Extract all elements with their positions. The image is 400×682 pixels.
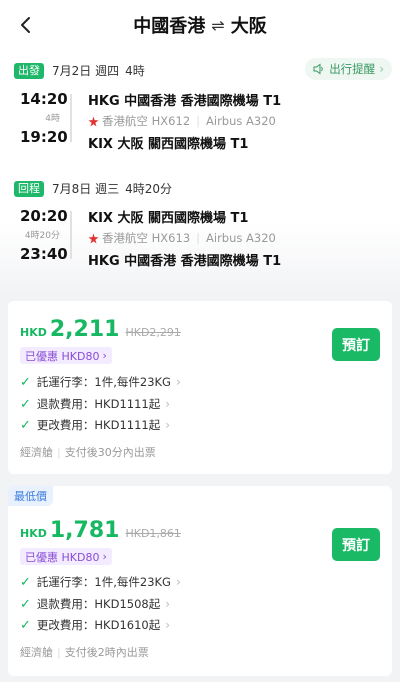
outbound-times: 14:20 4時 19:20 — [20, 90, 68, 146]
speaker-icon — [313, 63, 323, 75]
cabin-info: 經濟艙 | 支付後30分內出票 — [20, 444, 156, 460]
book-button[interactable]: 預訂 — [332, 328, 380, 361]
return-duration: 4時20分 — [125, 182, 172, 196]
chevron-right-icon: › — [175, 575, 181, 589]
outbound-leg-duration: 4時 — [45, 114, 60, 124]
hong-kong-airlines-logo-icon — [88, 115, 99, 127]
return-timeline — [70, 211, 72, 259]
discount-label: 已優惠 HKD80 — [25, 550, 100, 564]
outbound-aircraft: Airbus A320 — [206, 114, 276, 128]
return-times: 20:20 4時20分 23:40 — [20, 207, 68, 263]
feature-label: 託運行李：1件,每件23KG — [36, 375, 171, 389]
header: 中國香港 ⇌ 大阪 — [0, 0, 400, 50]
divider: | — [57, 446, 61, 459]
cabin-class: 經濟艙 — [20, 646, 53, 659]
outbound-arr-time: 19:20 — [20, 128, 68, 146]
check-icon: ✓ — [20, 417, 31, 433]
outbound-flight-info: HKG 中國香港 香港國際機場 T1 香港航空 HX612 | Airbus A… — [88, 90, 281, 152]
outbound-airline: 香港航空 HX612 — [102, 114, 191, 128]
discount-badge[interactable]: 已優惠 HKD80 › — [20, 347, 112, 364]
return-aircraft: Airbus A320 — [206, 231, 276, 245]
cabin-class: 經濟艙 — [20, 446, 53, 459]
price-currency: HKD — [20, 326, 47, 339]
check-icon: ✓ — [20, 596, 31, 612]
check-icon: ✓ — [20, 617, 31, 633]
return-tag: 回程 — [14, 180, 44, 197]
outbound-dep-time: 14:20 — [20, 90, 68, 108]
change-feature[interactable]: ✓ 更改費用：HKD1111起 › — [20, 417, 170, 433]
ticketing-time: 支付後2時內出票 — [64, 646, 149, 659]
outbound-date: 7月2日 週四 — [52, 64, 120, 78]
chevron-right-icon: › — [102, 550, 107, 563]
price-row: HKD 1,781 HKD1,861 — [20, 518, 181, 543]
hong-kong-airlines-logo-icon — [88, 232, 99, 244]
outbound-arr-airport: KIX 大阪 關西國際機場 T1 — [88, 137, 249, 152]
return-arr-airport: HKG 中國香港 香港國際機場 T1 — [88, 254, 282, 269]
outbound-dep-airport: HKG 中國香港 香港國際機場 T1 — [88, 94, 282, 109]
price-currency: HKD — [20, 527, 47, 540]
return-airline: 香港航空 HX613 — [102, 231, 191, 245]
cabin-info: 經濟艙 | 支付後2時內出票 — [20, 644, 149, 660]
ticketing-time: 支付後30分內出票 — [64, 446, 156, 459]
return-header: 回程 7月8日 週三 4時20分 — [14, 180, 172, 197]
chevron-right-icon: › — [165, 618, 171, 632]
outbound-duration: 4時 — [125, 64, 145, 78]
chevron-left-icon — [21, 17, 30, 33]
feature-label: 更改費用：HKD1111起 — [36, 418, 161, 432]
lowest-price-badge: 最低價 — [8, 486, 53, 506]
destination-city: 大阪 — [230, 16, 267, 37]
feature-label: 退款費用：HKD1111起 — [36, 397, 161, 411]
itinerary-section: 出行提醒 › 出發 7月2日 週四 4時 14:20 4時 19:20 HKG … — [0, 50, 400, 295]
travel-reminder-button[interactable]: 出行提醒 › — [305, 58, 392, 80]
reminder-label: 出行提醒 — [329, 62, 376, 76]
outbound-header: 出發 7月2日 週四 4時 — [14, 62, 145, 79]
return-airline-row: 香港航空 HX613 | Airbus A320 — [88, 230, 281, 246]
chevron-right-icon: › — [165, 397, 171, 411]
price-value: 1,781 — [49, 518, 120, 543]
chevron-right-icon: › — [102, 349, 107, 362]
check-icon: ✓ — [20, 396, 31, 412]
chevron-right-icon: › — [165, 597, 171, 611]
return-arr-time: 23:40 — [20, 245, 68, 263]
swap-icon: ⇌ — [211, 15, 225, 35]
feature-label: 託運行李：1件,每件23KG — [36, 575, 171, 589]
fare-card[interactable]: 最低價 HKD 1,781 HKD1,861 已優惠 HKD80 › 預訂 ✓ … — [8, 486, 392, 676]
chevron-right-icon: › — [379, 62, 384, 76]
refund-feature[interactable]: ✓ 退款費用：HKD1508起 › — [20, 596, 170, 612]
origin-city: 中國香港 — [133, 16, 206, 37]
return-leg-duration: 4時20分 — [24, 231, 60, 241]
return-date: 7月8日 週三 — [52, 182, 120, 196]
check-icon: ✓ — [20, 374, 31, 390]
baggage-feature[interactable]: ✓ 託運行李：1件,每件23KG › — [20, 574, 181, 590]
divider: | — [57, 646, 61, 659]
discount-badge[interactable]: 已優惠 HKD80 › — [20, 548, 112, 565]
feature-label: 退款費用：HKD1508起 — [36, 597, 161, 611]
check-icon: ✓ — [20, 574, 31, 590]
price-value: 2,211 — [49, 317, 120, 342]
chevron-right-icon: › — [175, 375, 181, 389]
original-price: HKD1,861 — [125, 527, 181, 540]
return-dep-time: 20:20 — [20, 207, 68, 225]
page-title: 中國香港 ⇌ 大阪 — [133, 12, 266, 38]
original-price: HKD2,291 — [125, 326, 181, 339]
price-row: HKD 2,211 HKD2,291 — [20, 317, 181, 342]
divider: | — [196, 114, 201, 128]
back-button[interactable] — [14, 13, 38, 37]
feature-label: 更改費用：HKD1610起 — [36, 618, 161, 632]
book-button[interactable]: 預訂 — [332, 528, 380, 561]
chevron-right-icon: › — [165, 418, 171, 432]
refund-feature[interactable]: ✓ 退款費用：HKD1111起 › — [20, 396, 170, 412]
baggage-feature[interactable]: ✓ 託運行李：1件,每件23KG › — [20, 374, 181, 390]
fare-card[interactable]: HKD 2,211 HKD2,291 已優惠 HKD80 › 預訂 ✓ 託運行李… — [8, 301, 392, 474]
return-dep-airport: KIX 大阪 關西國際機場 T1 — [88, 211, 249, 226]
discount-label: 已優惠 HKD80 — [25, 349, 100, 363]
return-flight-info: KIX 大阪 關西國際機場 T1 香港航空 HX613 | Airbus A32… — [88, 207, 281, 269]
outbound-airline-row: 香港航空 HX612 | Airbus A320 — [88, 113, 281, 129]
divider: | — [196, 231, 201, 245]
outbound-tag: 出發 — [14, 62, 44, 79]
change-feature[interactable]: ✓ 更改費用：HKD1610起 › — [20, 617, 170, 633]
outbound-timeline — [70, 94, 72, 142]
